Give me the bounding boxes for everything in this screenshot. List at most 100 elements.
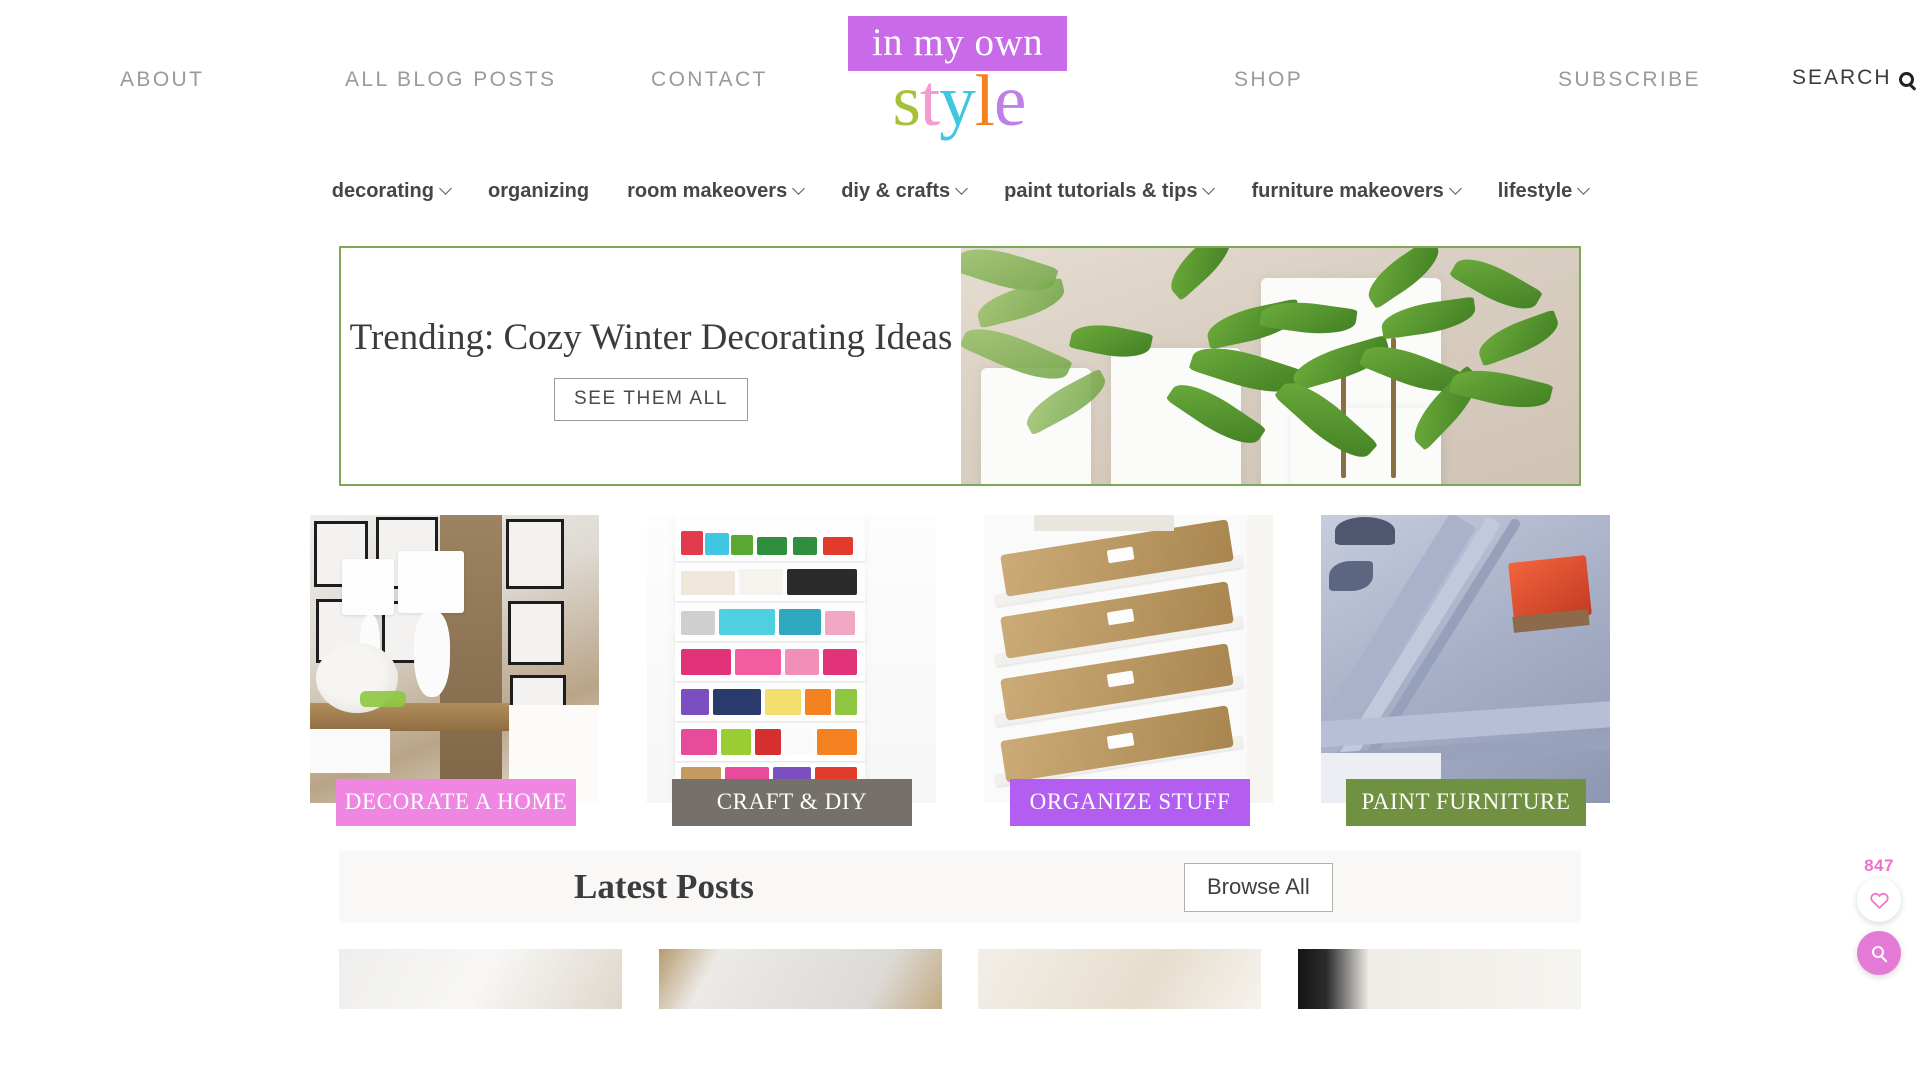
post-thumbnail[interactable]	[1297, 949, 1581, 1009]
binder	[1034, 515, 1174, 531]
lamp-shade	[398, 551, 464, 613]
category-card-row: DECORATE A HOME CRAFT & DIY ORGANIZE STU…	[310, 515, 1610, 826]
logo-letter-l: l	[974, 60, 995, 141]
catnav-item-diy-crafts[interactable]: diy & crafts	[841, 179, 968, 203]
topnav-item-about[interactable]: ABOUT	[120, 68, 204, 92]
catnav-label: diy & crafts	[841, 179, 951, 202]
catnav-item-room-makeovers[interactable]: room makeovers	[627, 179, 806, 203]
category-label-decorate-a-home: DECORATE A HOME	[336, 779, 576, 826]
category-image	[1321, 515, 1610, 803]
category-label-craft-diy: CRAFT & DIY	[672, 779, 912, 826]
ribbon-spool	[681, 689, 709, 715]
favorite-button[interactable]	[1857, 878, 1901, 922]
shelf	[675, 555, 865, 561]
shelf	[675, 755, 865, 761]
post-thumbnail[interactable]	[339, 949, 622, 1009]
ribbon-spool	[835, 689, 857, 715]
logo-letter-e: e	[994, 60, 1026, 141]
topnav-item-all-blog-posts[interactable]: ALL BLOG POSTS	[345, 68, 556, 92]
ribbon-spool	[681, 611, 715, 635]
ribbon-spool	[787, 569, 857, 595]
category-card-craft-diy[interactable]: CRAFT & DIY	[647, 515, 936, 826]
ribbon-spool	[681, 729, 717, 755]
category-nav: decorating organizing room makeovers diy…	[0, 160, 1920, 222]
ribbon-spool	[823, 537, 853, 555]
category-card-decorate-a-home[interactable]: DECORATE A HOME	[310, 515, 599, 826]
topnav-item-shop[interactable]: SHOP	[1234, 68, 1303, 92]
shelf	[675, 635, 865, 641]
logo-letter-s: s	[892, 60, 921, 141]
category-image	[310, 515, 599, 803]
catnav-label: paint tutorials & tips	[1004, 179, 1198, 202]
ribbon-spool	[739, 569, 783, 595]
chevron-down-icon	[955, 181, 968, 195]
ribbon-spool	[785, 729, 813, 755]
heart-icon	[1869, 892, 1889, 909]
hero-banner: Trending: Cozy Winter Decorating Ideas S…	[339, 246, 1581, 486]
shelf	[675, 715, 865, 721]
browse-all-button[interactable]: Browse All	[1184, 862, 1333, 912]
ribbon-spool	[793, 537, 817, 555]
ribbon-spool	[757, 537, 787, 555]
logo-top-text: in my own	[871, 20, 1044, 64]
search-icon	[1872, 946, 1884, 958]
ribbon-spool	[681, 531, 703, 555]
ribbon-spool	[765, 689, 801, 715]
hero-title: Trending: Cozy Winter Decorating Ideas	[349, 316, 953, 358]
catnav-item-paint-tutorials-tips[interactable]: paint tutorials & tips	[1004, 179, 1216, 203]
catnav-item-organizing[interactable]: organizing	[488, 180, 589, 203]
logo-letter-t: t	[919, 60, 940, 141]
ribbon-spool	[719, 609, 775, 635]
carved-detail	[1335, 517, 1395, 545]
chevron-down-icon	[1577, 181, 1591, 195]
topnav-item-contact[interactable]: CONTACT	[651, 68, 768, 92]
ribbon-spool	[805, 689, 831, 715]
post-thumbnail[interactable]	[658, 949, 942, 1009]
floating-search-button[interactable]	[1857, 931, 1901, 975]
catnav-item-decorating[interactable]: decorating	[331, 179, 452, 203]
see-them-all-button[interactable]: SEE THEM ALL	[553, 378, 749, 422]
site-logo[interactable]: in my own style	[848, 16, 1070, 148]
search-icon	[1898, 71, 1914, 87]
topnav-item-subscribe[interactable]: SUBSCRIBE	[1558, 68, 1701, 92]
chevron-down-icon	[1202, 181, 1216, 195]
shelf	[675, 595, 865, 601]
carved-detail	[1329, 561, 1373, 591]
header: ABOUT ALL BLOG POSTS CONTACT SHOP SUBSCR…	[0, 0, 1920, 160]
search-button[interactable]: SEARCH	[1792, 66, 1914, 90]
ribbon-spool	[731, 535, 753, 555]
leaf-shape	[1161, 248, 1241, 301]
lamp-base	[414, 611, 450, 697]
chevron-down-icon	[439, 181, 452, 195]
logo-letter-y: y	[939, 60, 975, 141]
ribbon-spool	[735, 649, 781, 675]
picture-frame	[508, 601, 564, 665]
post-thumbnail[interactable]	[978, 949, 1262, 1009]
ribbon-spool	[705, 533, 729, 555]
latest-posts-grid	[339, 949, 1581, 1009]
ribbon-spool	[779, 609, 821, 635]
catnav-label: room makeovers	[627, 179, 788, 202]
category-label-organize-stuff: ORGANIZE STUFF	[1010, 779, 1250, 826]
ribbon-spool	[817, 729, 857, 755]
category-image	[647, 515, 936, 803]
catnav-label: furniture makeovers	[1251, 179, 1444, 202]
category-card-organize-stuff[interactable]: ORGANIZE STUFF	[984, 515, 1273, 826]
share-count: 847	[1864, 856, 1894, 875]
leaf-shape	[1473, 309, 1564, 367]
chevron-down-icon	[792, 181, 806, 195]
search-label: SEARCH	[1792, 66, 1892, 89]
catnav-item-lifestyle[interactable]: lifestyle	[1498, 180, 1591, 203]
ribbon-spool	[721, 729, 751, 755]
catnav-label: decorating	[331, 179, 434, 202]
shelf	[675, 675, 865, 681]
ribbon-spool	[713, 689, 761, 715]
picture-frame	[506, 519, 564, 589]
ribbon-spool	[823, 649, 857, 675]
ribbon-spool	[681, 571, 735, 595]
category-card-paint-furniture[interactable]: PAINT FURNITURE	[1321, 515, 1610, 826]
catnav-item-furniture-makeovers[interactable]: furniture makeovers	[1251, 179, 1462, 203]
ribbon-spool	[825, 611, 855, 635]
moss-bowl	[360, 691, 406, 707]
cabinet-edge	[1247, 515, 1273, 803]
